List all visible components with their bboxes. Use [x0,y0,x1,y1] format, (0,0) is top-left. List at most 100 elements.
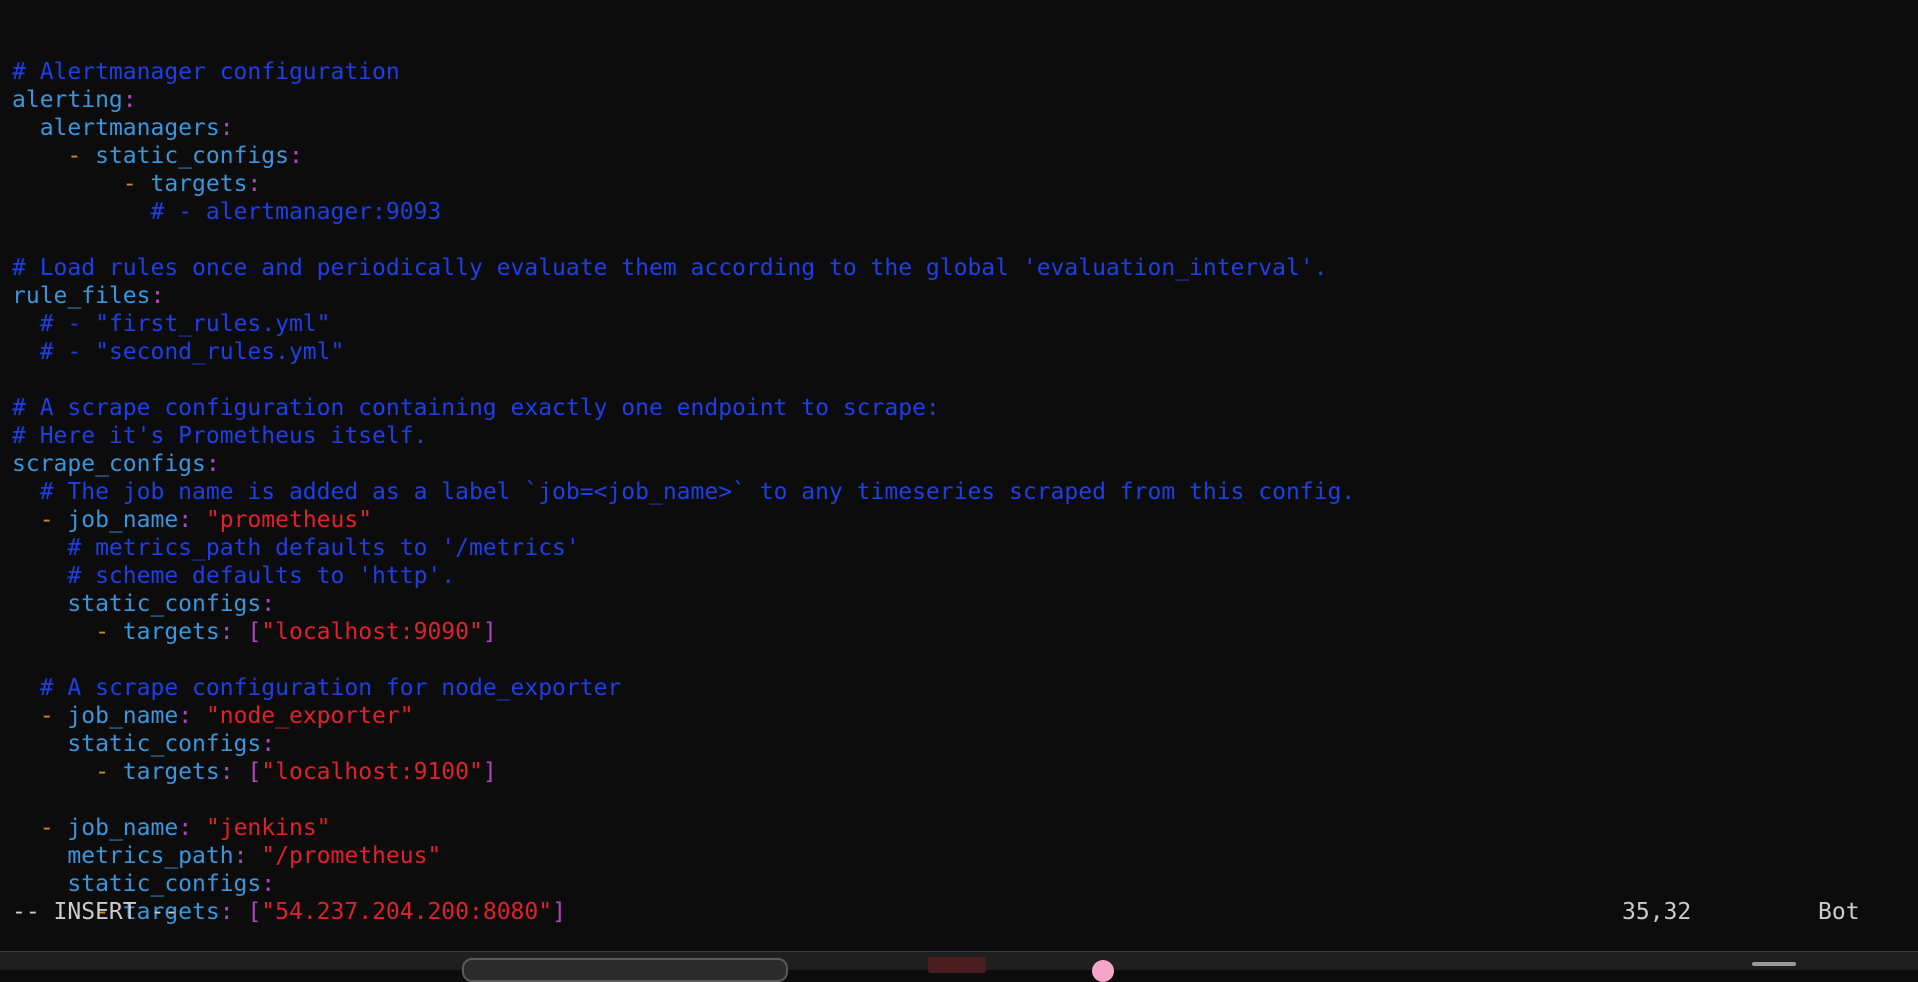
code-line-blank-2[interactable] [12,366,1355,394]
code-line-comment-node-exporter[interactable]: # A scrape configuration for node_export… [12,674,1355,702]
code-token: static_configs [67,871,262,897]
code-token: # - "second_rules.yml" [39,339,345,365]
code-token: static_configs [95,143,289,169]
code-token: - [95,759,123,785]
code-line-job-jenkins[interactable]: - job_name: "jenkins" [12,814,1355,842]
code-token: job_name [67,703,179,729]
code-line-targets-node-exporter[interactable]: - targets: ["localhost:9100"] [12,758,1355,786]
code-token: [ [247,759,262,785]
code-line-key-alerting[interactable]: alerting: [12,86,1355,114]
code-token: static_configs [67,731,262,757]
code-token: : [247,171,262,197]
code-line-comment-job-name[interactable]: # The job name is added as a label `job=… [12,478,1355,506]
code-token: : [178,815,206,841]
code-line-job-prometheus[interactable]: - job_name: "prometheus" [12,506,1355,534]
taskbar-search-box[interactable] [462,958,788,982]
terminal-window[interactable]: # Alertmanager configuration alerting: al… [0,0,1918,951]
code-token: - [95,619,123,645]
code-line-key-targets-1[interactable]: - targets: [12,170,1355,198]
code-token: # A scrape configuration containing exac… [12,395,940,421]
code-token: : [233,843,262,869]
code-token: targets [122,759,220,785]
code-token: targets [122,619,220,645]
code-token: # - alertmanager:9093 [150,199,442,225]
system-tray-icon[interactable] [1752,962,1796,966]
code-token: : [219,619,248,645]
code-token: job_name [67,507,179,533]
code-token: # Alertmanager configuration [12,59,400,85]
code-line-key-alertmanagers[interactable]: alertmanagers: [12,114,1355,142]
code-token: "localhost:9100" [261,759,483,785]
code-token: - [39,703,68,729]
code-line-key-static-configs-3[interactable]: static_configs: [12,730,1355,758]
code-line-blank-3[interactable] [12,646,1355,674]
vim-editor-buffer[interactable]: # Alertmanager configuration alerting: al… [12,30,1355,926]
code-token: : [261,731,276,757]
code-token: : [178,703,206,729]
code-line-comment-first-rules[interactable]: # - "first_rules.yml" [12,310,1355,338]
code-token: : [178,507,206,533]
code-token: [ [247,619,262,645]
code-token: - [39,507,68,533]
scroll-position: Bot [1818,899,1860,925]
code-token: alertmanagers [39,115,220,141]
code-line-comment-second-rules[interactable]: # - "second_rules.yml" [12,338,1355,366]
code-line-comment-metrics-path[interactable]: # metrics_path defaults to '/metrics' [12,534,1355,562]
code-line-key-static-configs-1[interactable]: - static_configs: [12,142,1355,170]
code-token: rule_files [12,283,151,309]
taskbar-avatar-icon[interactable] [1092,960,1114,982]
code-line-job-node-exporter[interactable]: - job_name: "node_exporter" [12,702,1355,730]
code-token: : [261,591,276,617]
code-token: : [150,283,165,309]
code-line-key-rule-files[interactable]: rule_files: [12,282,1355,310]
taskbar-app-icon[interactable] [928,957,986,973]
code-line-targets-prometheus[interactable]: - targets: ["localhost:9090"] [12,618,1355,646]
code-line-key-static-configs-2[interactable]: static_configs: [12,590,1355,618]
code-token: - [67,143,96,169]
code-line-comment-scheme[interactable]: # scheme defaults to 'http'. [12,562,1355,590]
code-line-key-scrape-configs[interactable]: scrape_configs: [12,450,1355,478]
code-token: - [39,815,68,841]
code-line-comment-scrape-config[interactable]: # A scrape configuration containing exac… [12,394,1355,422]
code-line-key-static-configs-4[interactable]: static_configs: [12,870,1355,898]
code-token: : [288,143,303,169]
code-token: # metrics_path defaults to '/metrics' [67,535,580,561]
code-line-comment-load-rules[interactable]: # Load rules once and periodically evalu… [12,254,1355,282]
code-token: ] [482,759,497,785]
code-token: ] [482,619,497,645]
code-token: # Load rules once and periodically evalu… [12,255,1328,281]
code-token: metrics_path [67,843,234,869]
code-token: "localhost:9090" [261,619,483,645]
code-line-blank-4[interactable] [12,786,1355,814]
code-token: # - "first_rules.yml" [39,311,331,337]
mode-indicator: -- INSERT -- [12,899,179,925]
code-line-blank-1[interactable] [12,226,1355,254]
code-token: "prometheus" [205,507,373,533]
code-token: : [261,871,276,897]
code-token: "jenkins" [205,815,331,841]
code-line-key-metrics-path[interactable]: metrics_path: "/prometheus" [12,842,1355,870]
code-token: "/prometheus" [261,843,442,869]
code-line-blank-top[interactable] [12,30,1355,58]
code-token: scrape_configs [12,451,206,477]
code-line-comment-alertmanager[interactable]: # Alertmanager configuration [12,58,1355,86]
code-line-comment-alertmanager-target[interactable]: # - alertmanager:9093 [12,198,1355,226]
code-token: - [122,171,151,197]
taskbar [0,951,1918,982]
code-token: targets [150,171,248,197]
code-line-comment-prometheus-itself[interactable]: # Here it's Prometheus itself. [12,422,1355,450]
